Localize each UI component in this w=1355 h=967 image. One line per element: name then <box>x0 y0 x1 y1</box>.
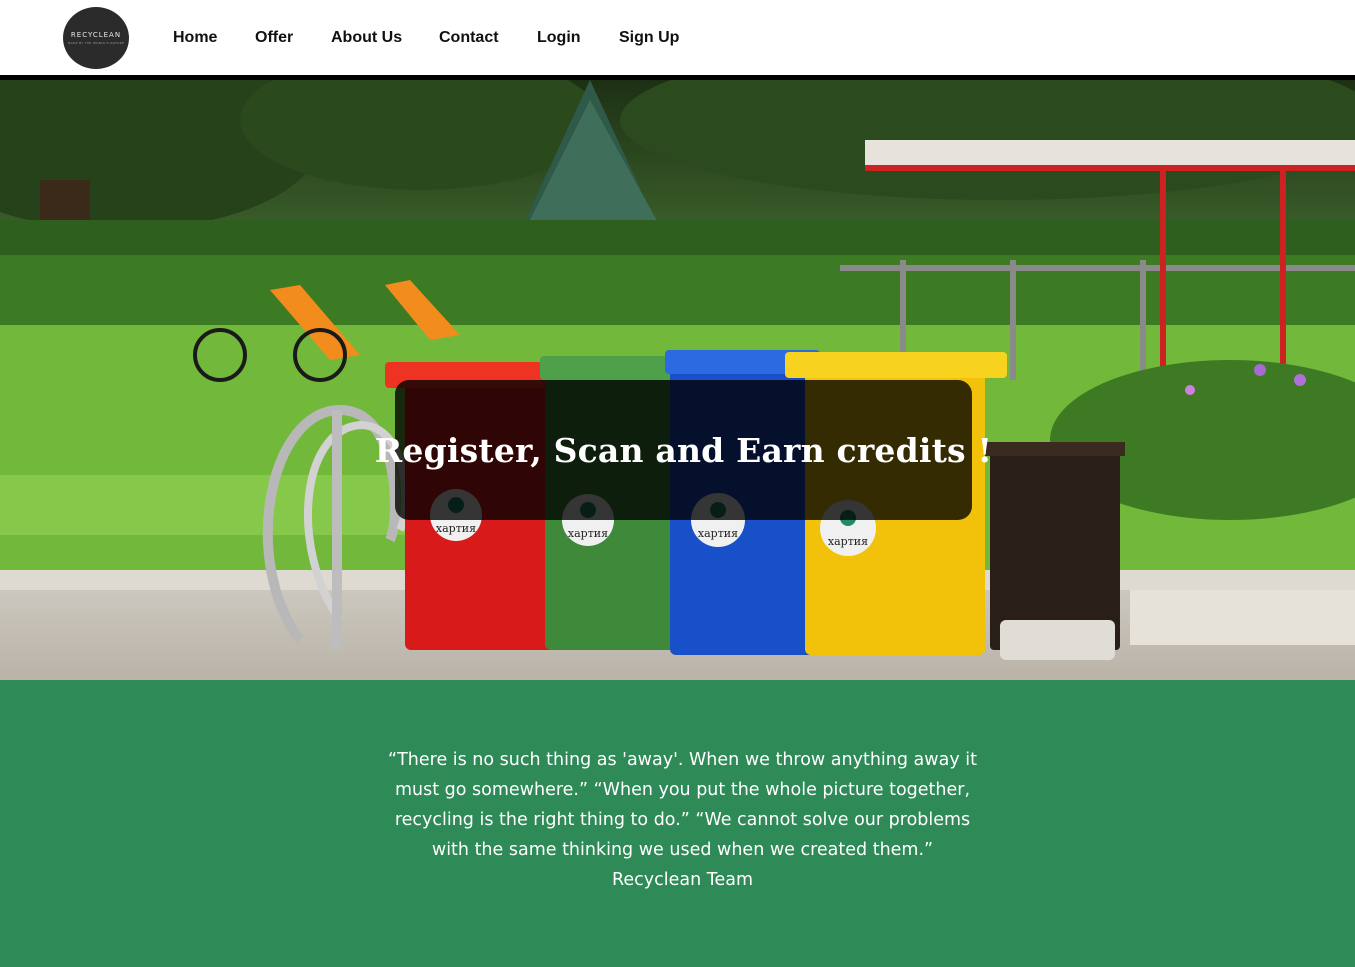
nav-contact-link[interactable]: Contact <box>439 29 499 47</box>
logo-text: RECYCLEAN <box>70 31 122 39</box>
hero-title: Register, Scan and Earn credits ! <box>374 430 993 470</box>
quote-author: Recyclean Team <box>612 870 753 890</box>
hero-caption-box: Register, Scan and Earn credits ! <box>375 380 992 520</box>
hero-banner: хартия хартия хартия хартия Register, Sc… <box>0 80 1355 680</box>
bin-2-sticker: хартия <box>568 527 608 540</box>
nav-home-link[interactable]: Home <box>173 29 217 47</box>
logo-tagline: MADE BY THE WORLD'S NATURE <box>67 41 125 45</box>
recyclean-logo[interactable]: RECYCLEAN MADE BY THE WORLD'S NATURE <box>63 7 129 69</box>
recycling-quote: “There is no such thing as 'away'. When … <box>388 750 977 860</box>
nav-offer-link[interactable]: Offer <box>255 29 293 47</box>
nav-signup-link[interactable]: Sign Up <box>619 29 679 47</box>
top-navbar: RECYCLEAN MADE BY THE WORLD'S NATURE Hom… <box>0 0 1355 80</box>
quote-section: “There is no such thing as 'away'. When … <box>0 680 1355 967</box>
bin-1-sticker: хартия <box>436 522 476 535</box>
bin-3-sticker: хартия <box>698 527 738 540</box>
bin-4-sticker: хартия <box>828 535 868 548</box>
nav-login-link[interactable]: Login <box>537 29 581 47</box>
nav-about-link[interactable]: About Us <box>331 29 402 47</box>
